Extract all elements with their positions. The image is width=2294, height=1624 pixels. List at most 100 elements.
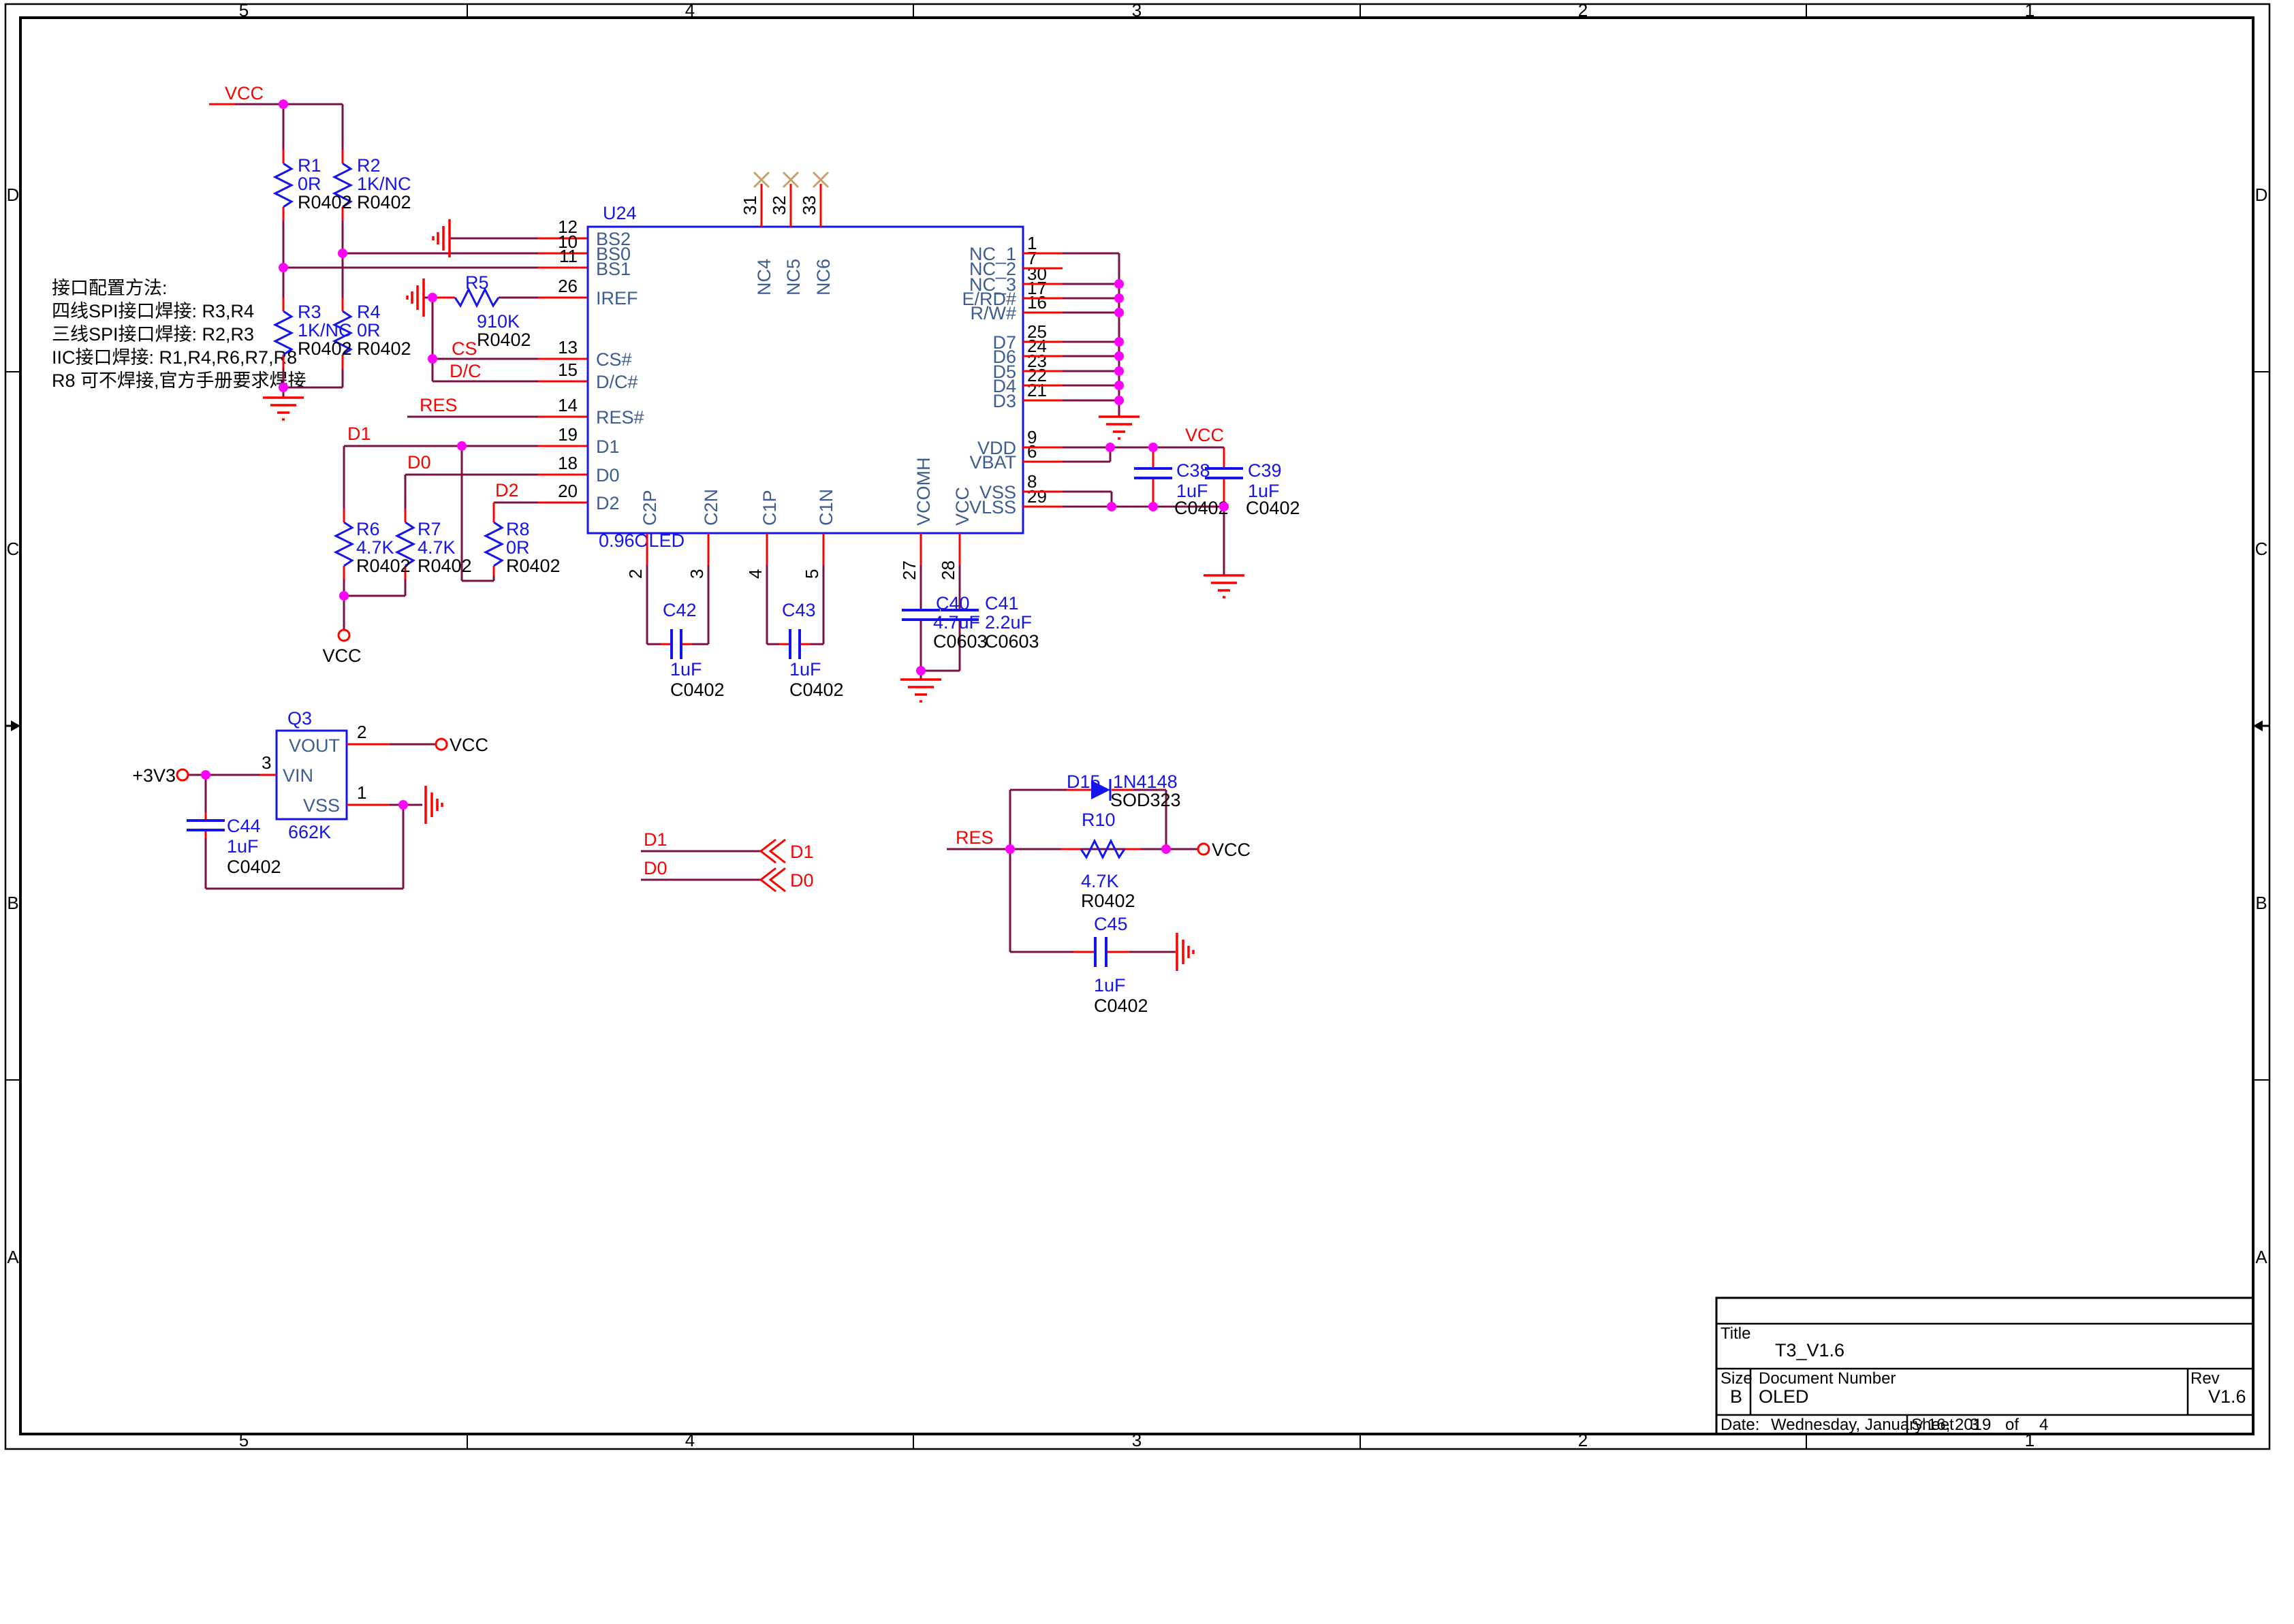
footprint-R6: R0402 [356,556,411,576]
value-R4: 0R [357,320,381,340]
pin-num-2: 2 [625,569,646,579]
ref-R2: R2 [357,155,381,176]
pin-name-RES: RES# [596,407,644,428]
ref-C38: C38 [1176,460,1210,481]
gnd-symbol-q3 [426,786,442,824]
pin-name-NC6: NC6 [813,259,834,296]
port-label-vcc-reset: VCC [1212,840,1251,860]
wires-right-nc-bus [1063,253,1119,417]
ref-R7: R7 [418,519,441,539]
row-right-B: B [2255,893,2267,913]
q3-pin-num-2: 2 [357,722,366,742]
value-C40: 4.7uF [933,612,980,633]
gnd-symbol-nc-bus [1099,417,1140,439]
title-label: Title [1720,1324,1750,1343]
zone-top-4: 4 [685,0,695,20]
pin-name-D1: D1 [596,436,620,457]
capacitor-C43-symbol [790,629,800,659]
net-label-d0-wire: D0 [644,858,667,878]
pin-num-5: 5 [802,569,822,579]
pin-name-C1N: C1N [816,489,836,526]
footprint-C42: C0402 [670,680,725,700]
value-R7: 4.7K [418,537,456,558]
gnd-symbol-iref [407,278,424,317]
offpage-label-d0: D0 [790,870,814,891]
regulator-q3: Q3 VOUT VIN VSS 2 3 1 662K +3V3 VCC C44 … [132,708,488,889]
pin-num-4: 4 [745,569,766,579]
row-right-C: C [2255,539,2268,559]
footprint-R3: R0402 [298,338,352,359]
pin-num-6: 6 [1027,441,1037,462]
net-label-res-left: RES [420,395,458,415]
q3-pin-num-1: 1 [357,782,366,803]
footprint-R4: R0402 [357,338,411,359]
value-C41: 2.2uF [985,612,1032,633]
pin-num-14: 14 [558,395,578,415]
capacitor-C44-symbol [187,821,225,830]
charge-pump-caps: C42 1uF C0402 C43 1uF C0402 C40 4.7uF C0… [647,533,1039,701]
pin-num-33: 33 [799,195,819,215]
note-line-1: 接口配置方法: [52,278,168,298]
pin-name-D0: D0 [596,465,620,485]
q3-pin-num-3: 3 [262,752,271,773]
wires-reset [947,790,1198,952]
date-label: Date: [1720,1416,1759,1434]
border-outer [5,4,2269,1449]
ref-C41: C41 [985,593,1019,614]
sheet-number: 3 [1970,1416,1979,1434]
stubs-pump [647,533,960,644]
pin-name-BS1: BS1 [596,259,631,279]
row-right-D: D [2255,185,2268,205]
ic-u24: U24 0.96OLED 31 32 33 NC4 NC5 NC6 BS2 BS… [558,172,1047,580]
schematic-sheet: 5 4 3 2 1 5 4 3 2 1 D C B A D C B A Titl… [0,0,2294,1621]
port-label-vcc-pullups: VCC [322,646,361,666]
net-label-d2: D2 [495,480,519,500]
ref-C44: C44 [227,816,261,836]
pin-name-C1P: C1P [759,490,780,526]
pin-name-VCC-pin: VCC [952,487,973,526]
power-port-vcc-pullups [339,630,349,641]
sheet-total: 4 [2039,1416,2048,1434]
pin-num-26: 26 [558,276,578,296]
size-label: Size [1720,1369,1753,1388]
pin-name-CS: CS# [596,349,632,370]
offpage-label-d1: D1 [790,842,814,862]
value-Q3: 662K [288,822,331,842]
note-line-4: IIC接口焊接: R1,R4,R6,R7,R8 [52,347,297,368]
value-C43: 1uF [789,659,821,680]
sheet-of-label: of [2005,1416,2019,1434]
pin-name-DC: D/C# [596,372,638,392]
resistor-R6-symbol [336,522,352,566]
capacitor-C45-symbol [1095,937,1106,967]
pin-name-VBAT: VBAT [969,452,1016,473]
power-port-vcc-q3 [436,739,447,750]
ref-R1: R1 [298,155,321,176]
footprint-D15: SOD323 [1110,790,1181,810]
value-C42: 1uF [670,659,702,680]
value-R6: 4.7K [356,537,394,558]
ref-R10: R10 [1082,810,1116,830]
title-block: Title T3_V1.6 Size B Document Number OLE… [1716,1298,2253,1434]
ref-R6: R6 [356,519,380,539]
footprint-R1: R0402 [298,192,352,212]
sheet-center-marker-right [2253,720,2269,731]
capacitor-C38-symbol [1134,468,1172,478]
port-label-3v3: +3V3 [132,765,176,786]
ref-D15: D15 [1067,771,1101,792]
net-label-res-right: RES [956,827,994,848]
junction-dots [201,99,1229,854]
zone-bottom-2: 2 [1578,1430,1588,1450]
bs-config-network: VCC R1 0R R0402 R2 1K/NC R0402 R3 1K/NC … [209,83,588,419]
pin-name-VLSS: VLSS [969,497,1016,518]
border-inner [20,18,2253,1434]
ref-R3: R3 [298,302,321,322]
pin-name-C2P: C2P [640,490,660,526]
note-line-5: R8 可不焊接,官方手册要求焊接 [52,370,307,391]
footprint-R7: R0402 [418,556,472,576]
gnd-symbol-r3r4 [263,398,304,419]
title-block-outline [1716,1298,2253,1434]
ref-R4: R4 [357,302,381,322]
docnum-label: Document Number [1759,1369,1896,1388]
ref-U24: U24 [603,203,637,223]
interface-config-notes: 接口配置方法: 四线SPI接口焊接: R3,R4 三线SPI接口焊接: R2,R… [52,278,307,391]
